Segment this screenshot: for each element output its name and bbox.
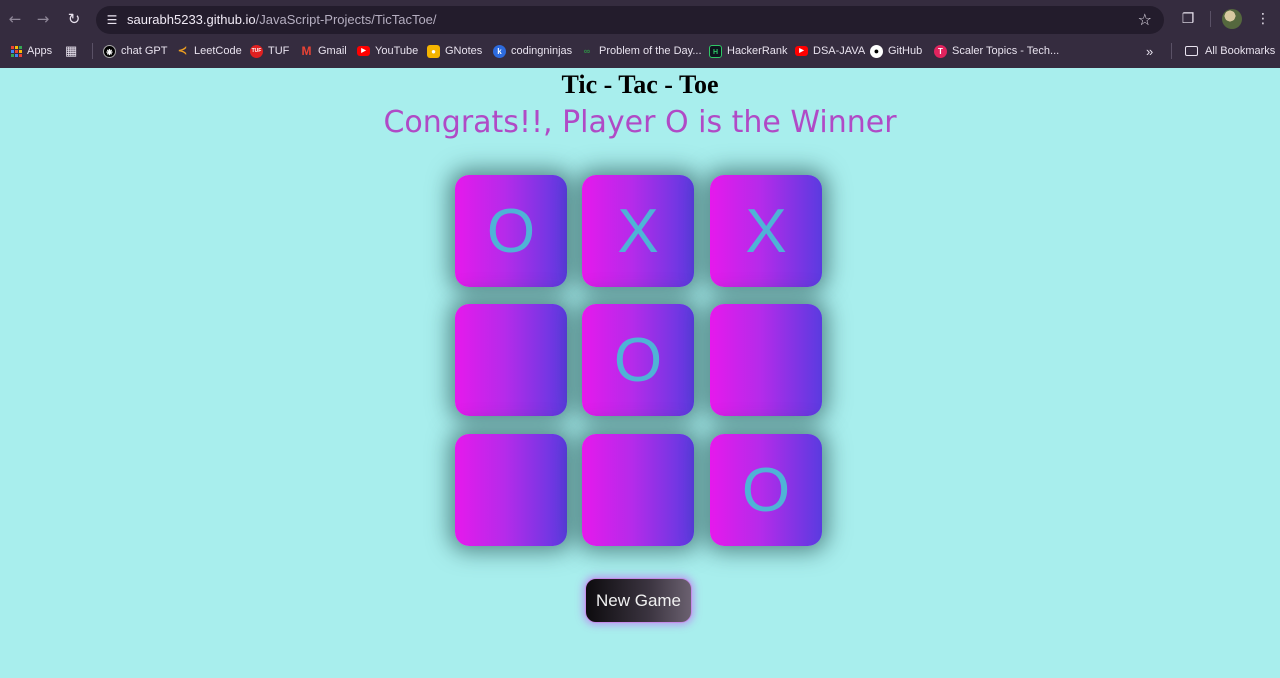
bookmark-label: DSA-JAVA [813,45,866,57]
github-icon: ● [870,44,883,58]
folder-icon [1185,46,1198,56]
all-bookmarks-label: All Bookmarks [1205,45,1276,57]
url-path: /JavaScript-Projects/TicTacToe/ [255,12,437,27]
board-cell-7[interactable] [455,434,567,546]
bookmark-star-icon[interactable]: ☆ [1138,11,1152,29]
board-cell-9[interactable]: O [710,434,822,546]
board-cell-5[interactable]: O [582,304,694,416]
youtube-icon: ▶ [795,46,808,56]
gnotes-icon: ● [427,44,440,58]
youtube-icon: ▶ [357,46,370,56]
url-text[interactable]: saurabh5233.github.io/JavaScript-Project… [127,12,437,28]
url-host: saurabh5233.github.io [127,12,256,27]
leetcode-icon: ≺ [177,44,188,57]
bookmark-github[interactable]: ● GitHub [870,42,922,60]
codingninjas-icon: k [493,44,506,58]
page-content: Tic - Tac - Toe Congrats!!, Player O is … [0,68,1280,678]
bookmark-hackerrank[interactable]: H HackerRank [709,42,788,60]
bookmark-label: Scaler Topics - Tech... [952,45,1060,57]
bookmark-chatgpt[interactable]: ❋ chat GPT [103,42,167,60]
bookmark-label: YouTube [375,45,419,57]
extensions-icon[interactable]: ❐ [1178,9,1198,29]
bookmark-label: Apps [27,45,53,57]
tab-groups-icon: ▦ [65,43,78,58]
bookmark-label: TUF [268,45,290,57]
bookmark-label: chat GPT [121,45,168,57]
bookmark-gfg[interactable]: ∞ Problem of the Day... [580,42,702,60]
bookmark-codingninjas[interactable]: k codingninjas [493,42,572,60]
more-bookmarks-icon[interactable]: » [1146,42,1153,60]
gmail-icon: M [301,43,312,58]
bookmark-scaler[interactable]: T Scaler Topics - Tech... [934,42,1059,60]
game-title: Tic - Tac - Toe [561,70,719,99]
board-cell-8[interactable] [582,434,694,546]
hackerrank-icon: H [709,44,722,58]
browser-chrome: ← → ↻ ☰ saurabh5233.github.io/JavaScript… [0,0,1280,68]
bookmarks-divider [92,43,93,59]
bookmark-label: Problem of the Day... [599,45,702,57]
chatgpt-icon: ❋ [103,44,116,58]
board-cell-1[interactable]: O [455,175,567,287]
profile-avatar[interactable] [1222,9,1242,29]
bookmark-label: GitHub [888,45,923,57]
bookmark-leetcode[interactable]: ≺ LeetCode [176,42,242,60]
gfg-icon: ∞ [583,45,591,56]
bookmark-gnotes[interactable]: ● GNotes [427,42,482,60]
apps-grid-icon [11,45,22,57]
new-game-button[interactable]: New Game [585,578,692,623]
menu-icon[interactable]: ⋮ [1253,9,1273,29]
bookmark-label: HackerRank [727,45,788,57]
board-cell-3[interactable]: X [710,175,822,287]
board-cell-2[interactable]: X [582,175,694,287]
browser-toolbar: ← → ↻ ☰ saurabh5233.github.io/JavaScript… [0,0,1280,38]
bookmark-tab-groups[interactable]: ▦ [65,42,77,60]
bookmark-label: codingninjas [511,45,573,57]
site-info-icon[interactable]: ☰ [104,12,120,28]
bookmark-label: GNotes [445,45,483,57]
back-icon[interactable]: ← [4,8,26,30]
bookmark-gmail[interactable]: M Gmail [300,42,347,60]
bookmark-apps[interactable]: Apps [11,42,52,60]
board-cell-6[interactable] [710,304,822,416]
scaler-icon: T [934,44,947,58]
all-bookmarks-button[interactable]: All Bookmarks [1185,42,1275,60]
tuf-icon: TUF [250,44,263,58]
forward-icon[interactable]: → [32,8,54,30]
bookmark-dsa-java[interactable]: ▶ DSA-JAVA [795,42,865,60]
board-cell-4[interactable] [455,304,567,416]
bookmarks-divider [1171,43,1172,59]
game-board: O X X O O [455,175,822,546]
bookmark-label: LeetCode [194,45,242,57]
bookmark-youtube[interactable]: ▶ YouTube [357,42,418,60]
winner-message: Congrats!!, Player O is the Winner [383,105,897,140]
bookmarks-bar: Apps ▦ ❋ chat GPT ≺ LeetCode TUF TUF M G… [0,38,1280,64]
bookmark-label: Gmail [318,45,347,57]
address-bar[interactable]: ☰ saurabh5233.github.io/JavaScript-Proje… [96,6,1164,34]
toolbar-divider [1210,11,1211,27]
reload-icon[interactable]: ↻ [63,8,85,30]
bookmark-tuf[interactable]: TUF TUF [250,42,289,60]
